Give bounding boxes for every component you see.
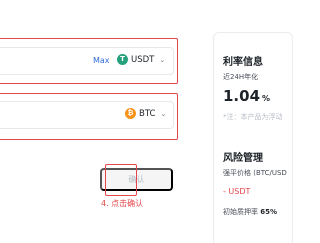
initial-ltv-value: 65% [260,208,277,216]
apr-value: 1.04% [223,87,270,105]
apr-unit: % [262,94,271,103]
risk-title: 风险管理 [223,153,263,164]
info-panel: 利率信息 近24H年化 1.04% *注：本产品为浮动 风险管理 强平价格 (B… [213,32,293,243]
step-annotation: 4. 点击确认 [101,199,144,208]
collateral-highlight-box [0,93,178,140]
confirm-highlight-box [105,164,137,196]
rate-note: *注：本产品为浮动 [223,113,283,121]
liquidation-price-value: - USDT [223,187,251,196]
liquidation-price-label: 强平价格 (BTC/USD [223,169,287,177]
rate-info-title: 利率信息 [223,57,263,68]
loan-form: e Max T USDT ⌄ ₿ BTC ⌄ 确认 4. 点击确认 [0,0,200,243]
apr-label: 近24H年化 [223,73,259,81]
initial-ltv-label: 初始质押率 [223,208,258,216]
borrow-highlight-box [0,38,178,84]
apr-number: 1.04 [223,87,261,105]
initial-ltv: 初始质押率 65% [223,207,277,217]
